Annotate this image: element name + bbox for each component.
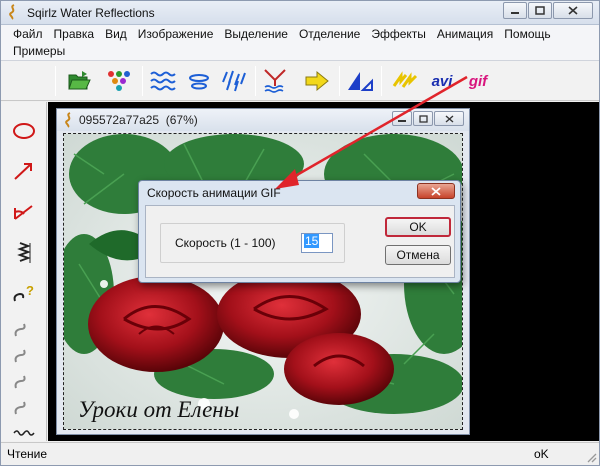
close-button[interactable] bbox=[553, 2, 593, 19]
help-tool[interactable]: ? bbox=[11, 282, 37, 308]
toolbar-separator bbox=[55, 66, 56, 96]
lasso-icon bbox=[14, 323, 26, 337]
ripples-icon bbox=[189, 74, 209, 90]
lasso-icon bbox=[14, 349, 26, 363]
rain-button[interactable] bbox=[221, 67, 249, 95]
lasso-tool-2[interactable] bbox=[11, 342, 37, 368]
title-bar[interactable]: Sqirlz Water Reflections bbox=[1, 1, 599, 25]
ellipse-icon bbox=[13, 123, 35, 139]
rain-icon bbox=[222, 70, 246, 92]
waves-icon bbox=[150, 71, 176, 91]
app-window: Sqirlz Water Reflections Файл Правка Вид… bbox=[0, 0, 600, 466]
lasso-icon bbox=[14, 401, 26, 415]
svg-text:?: ? bbox=[26, 283, 34, 298]
menu-animation[interactable]: Анимация bbox=[437, 26, 493, 43]
menu-file[interactable]: Файл bbox=[13, 26, 43, 43]
status-bar: Чтение оK bbox=[1, 442, 599, 465]
lasso-tool-4[interactable] bbox=[11, 394, 37, 420]
ellipse-tool[interactable] bbox=[11, 118, 37, 144]
menu-bar: Файл Правка Вид Изображение Выделение От… bbox=[1, 25, 599, 61]
color-dots-icon bbox=[108, 71, 130, 91]
resize-grip-icon[interactable] bbox=[585, 451, 597, 463]
status-text: Чтение bbox=[7, 447, 48, 461]
palette-button[interactable] bbox=[105, 67, 133, 95]
open-button[interactable] bbox=[65, 67, 93, 95]
help-lasso-icon: ? bbox=[13, 283, 34, 302]
zigzag-icon bbox=[17, 242, 31, 263]
angle-tool[interactable] bbox=[11, 198, 37, 224]
menu-view[interactable]: Вид bbox=[105, 26, 127, 43]
toolbar-separator bbox=[255, 66, 256, 96]
maximize-button[interactable] bbox=[528, 2, 552, 19]
cancel-button[interactable]: Отмена bbox=[385, 245, 451, 265]
speed-group: Скорость (1 - 100) 15 bbox=[160, 223, 345, 263]
lasso-tool-1[interactable] bbox=[11, 316, 37, 342]
document-icon bbox=[65, 112, 71, 128]
wave-line-icon bbox=[13, 430, 35, 436]
dialog-body: Скорость (1 - 100) 15 OK Отмена bbox=[145, 205, 455, 278]
ok-button[interactable]: OK bbox=[385, 217, 451, 237]
maximize-icon bbox=[535, 6, 545, 15]
lasso-tool-3[interactable] bbox=[11, 368, 37, 394]
menu-edit[interactable]: Правка bbox=[54, 26, 95, 43]
minimize-button[interactable] bbox=[503, 2, 527, 19]
tool-palette: ? bbox=[1, 102, 47, 441]
window-title: Sqirlz Water Reflections bbox=[27, 6, 155, 20]
status-indicator: оK bbox=[534, 447, 549, 461]
wave-line-tool[interactable] bbox=[11, 418, 37, 444]
ripples-button[interactable] bbox=[185, 67, 213, 95]
toolbar-separator bbox=[142, 66, 143, 96]
menu-image[interactable]: Изображение bbox=[138, 26, 214, 43]
zigzag-tool[interactable] bbox=[11, 240, 37, 266]
menu-effects[interactable]: Эффекты bbox=[371, 26, 426, 43]
angle-icon bbox=[14, 205, 33, 220]
speed-value: 15 bbox=[304, 234, 320, 248]
waves-button[interactable] bbox=[149, 67, 177, 95]
app-icon bbox=[9, 4, 15, 20]
close-icon bbox=[568, 6, 578, 15]
annotation-arrow bbox=[275, 75, 468, 189]
arrow-tool[interactable] bbox=[11, 158, 37, 184]
image-caption: Уроки от Елены bbox=[78, 397, 239, 422]
diagonal-arrow-icon bbox=[14, 163, 32, 180]
speed-label: Скорость (1 - 100) bbox=[175, 236, 276, 250]
folder-open-icon bbox=[68, 71, 91, 90]
speed-input[interactable]: 15 bbox=[301, 233, 333, 253]
menu-examples[interactable]: Примеры bbox=[13, 43, 65, 60]
menu-selection[interactable]: Выделение bbox=[224, 26, 288, 43]
minimize-icon bbox=[511, 11, 519, 14]
menu-help[interactable]: Помощь bbox=[504, 26, 550, 43]
lasso-icon bbox=[14, 375, 26, 389]
menu-separation[interactable]: Отделение bbox=[299, 26, 360, 43]
image-window-title: 095572a77a25 (67%) bbox=[79, 113, 198, 127]
